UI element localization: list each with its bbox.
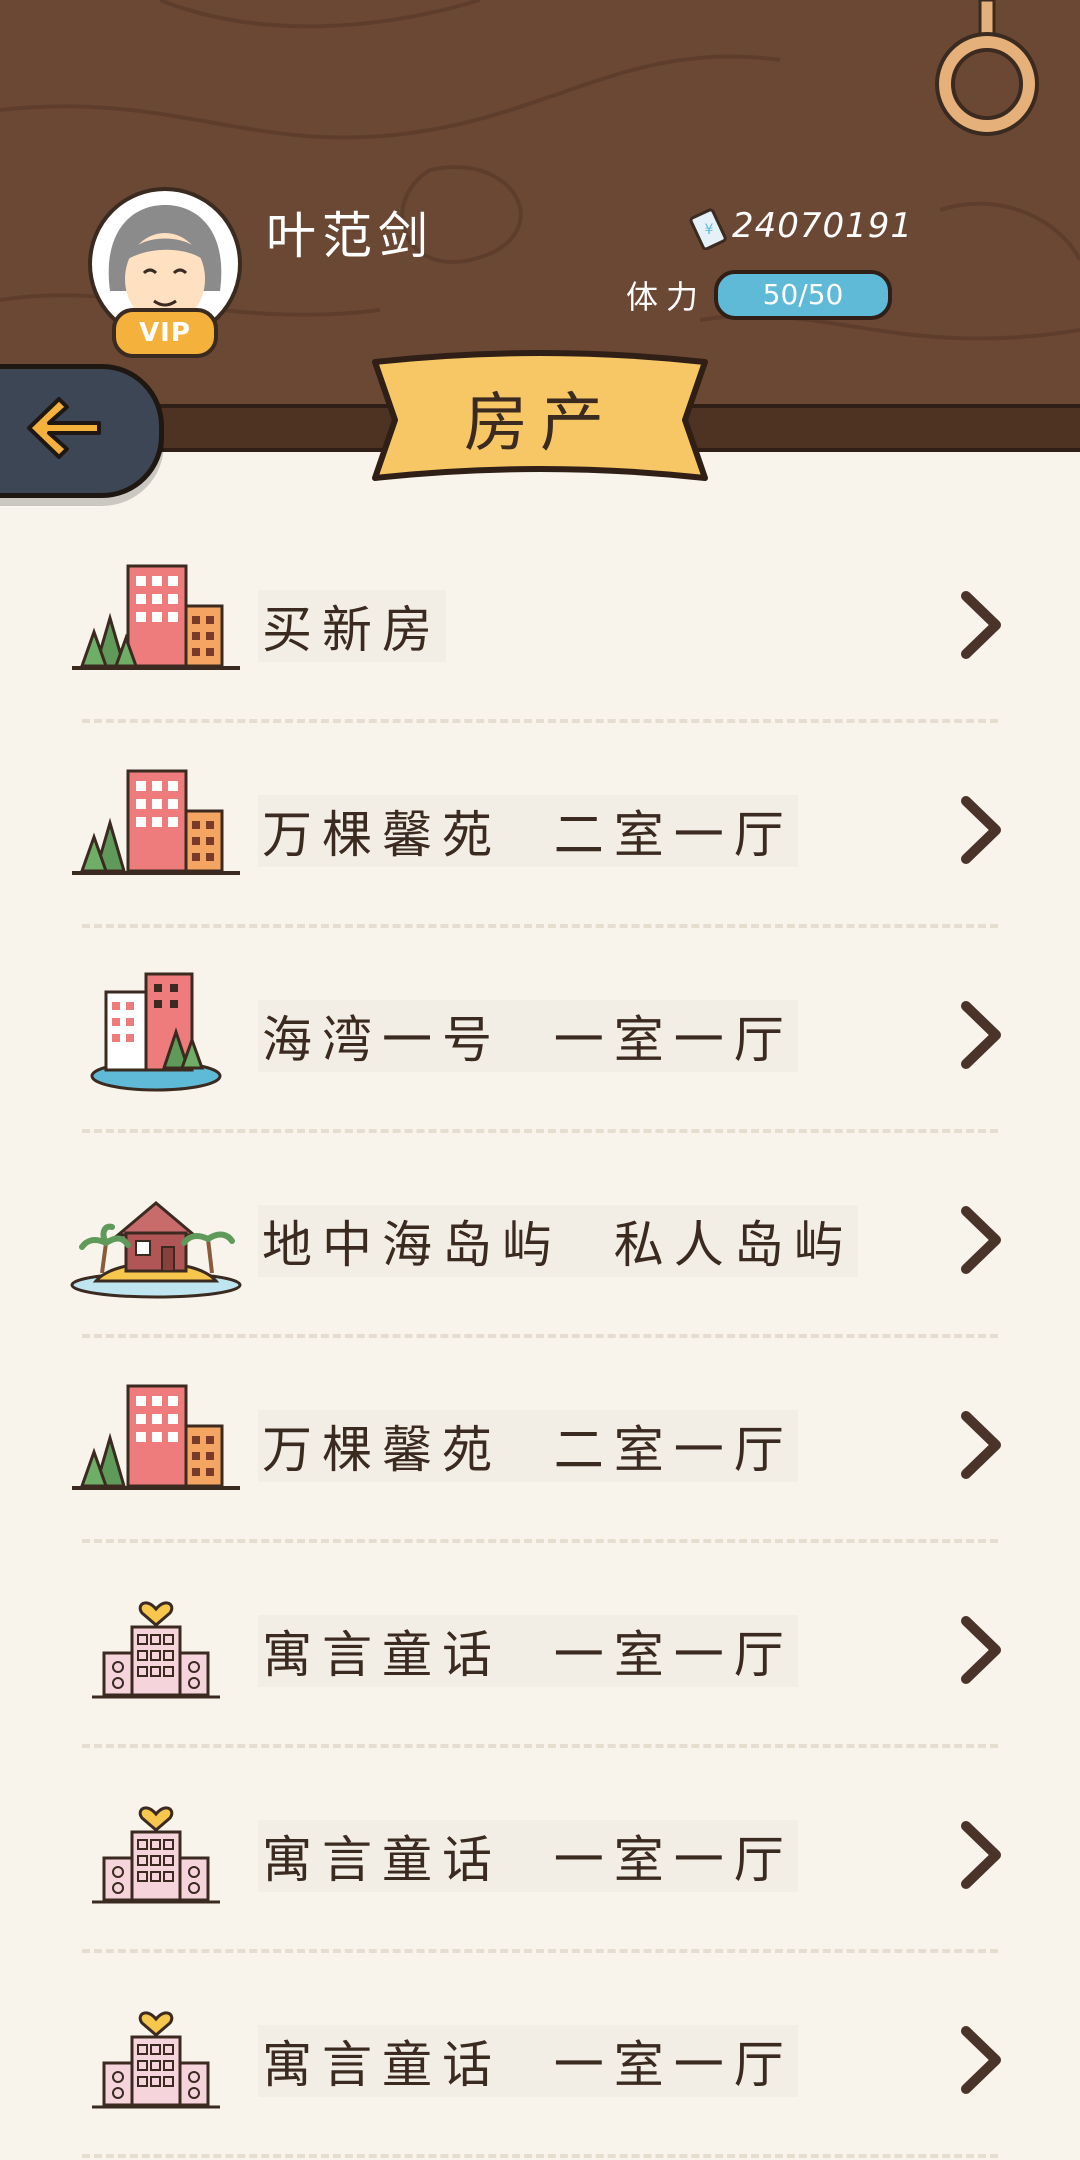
chevron-right-icon [961,2026,1001,2094]
banknote-icon: ¥ [689,208,727,250]
apartment-trees-icon [72,1384,240,1490]
hanging-ring-icon[interactable] [932,0,1042,140]
property-label: 海湾一号 一室一厅 [258,1000,798,1072]
list-item-property[interactable]: 万棵馨苑 二室一厅 [0,723,1080,928]
fairy-tower-icon [92,1806,220,1904]
vip-badge: VIP [112,308,218,358]
property-label: 寓言童话 一室一厅 [258,1820,798,1892]
property-label: 地中海岛屿 私人岛屿 [258,1205,858,1277]
stamina-bar: 50/50 [714,270,892,320]
apartment-trees-icon [72,769,240,875]
property-label: 寓言童话 一室一厅 [258,1615,798,1687]
property-label: 买新房 [258,590,446,662]
chevron-right-icon [961,1001,1001,1069]
chevron-right-icon [961,796,1001,864]
chevron-right-icon [961,1616,1001,1684]
buy-house-icon [72,564,240,670]
username: 叶范剑 [266,207,434,265]
chevron-right-icon [961,1206,1001,1274]
list-item-property[interactable]: 寓言童话 一室一厅 [0,1748,1080,1953]
list-item-property[interactable]: 万棵馨苑 二室一厅 [0,1338,1080,1543]
property-label: 万棵馨苑 二室一厅 [258,795,798,867]
list-item-buy-new-house[interactable]: 买新房 [0,518,1080,723]
property-list: 买新房 万棵馨苑 二室一厅 海湾一号 一室一厅 地中海岛屿 私人岛屿 万棵馨苑 … [0,518,1080,2158]
back-button[interactable] [0,364,164,498]
bay-apartment-icon [90,972,222,1092]
list-item-property[interactable]: 寓言童话 一室一厅 [0,1543,1080,1748]
list-item-property[interactable]: 寓言童话 一室一厅 [0,1953,1080,2158]
property-label: 寓言童话 一室一厅 [258,2025,798,2097]
chevron-right-icon [961,1821,1001,1889]
coin-balance: 24070191 [732,206,914,246]
list-item-property[interactable]: 海湾一号 一室一厅 [0,928,1080,1133]
divider [82,2154,998,2158]
fairy-tower-icon [92,1601,220,1699]
property-label: 万棵馨苑 二室一厅 [258,1410,798,1482]
island-house-icon [70,1201,242,1299]
chevron-right-icon [961,591,1001,659]
page-title: 房产 [464,387,616,461]
svg-text:¥: ¥ [705,222,714,238]
stamina-label: 体力 [626,278,707,316]
chevron-right-icon [961,1411,1001,1479]
list-item-property[interactable]: 地中海岛屿 私人岛屿 [0,1133,1080,1338]
arrow-left-icon [27,397,101,459]
fairy-tower-icon [92,2011,220,2109]
